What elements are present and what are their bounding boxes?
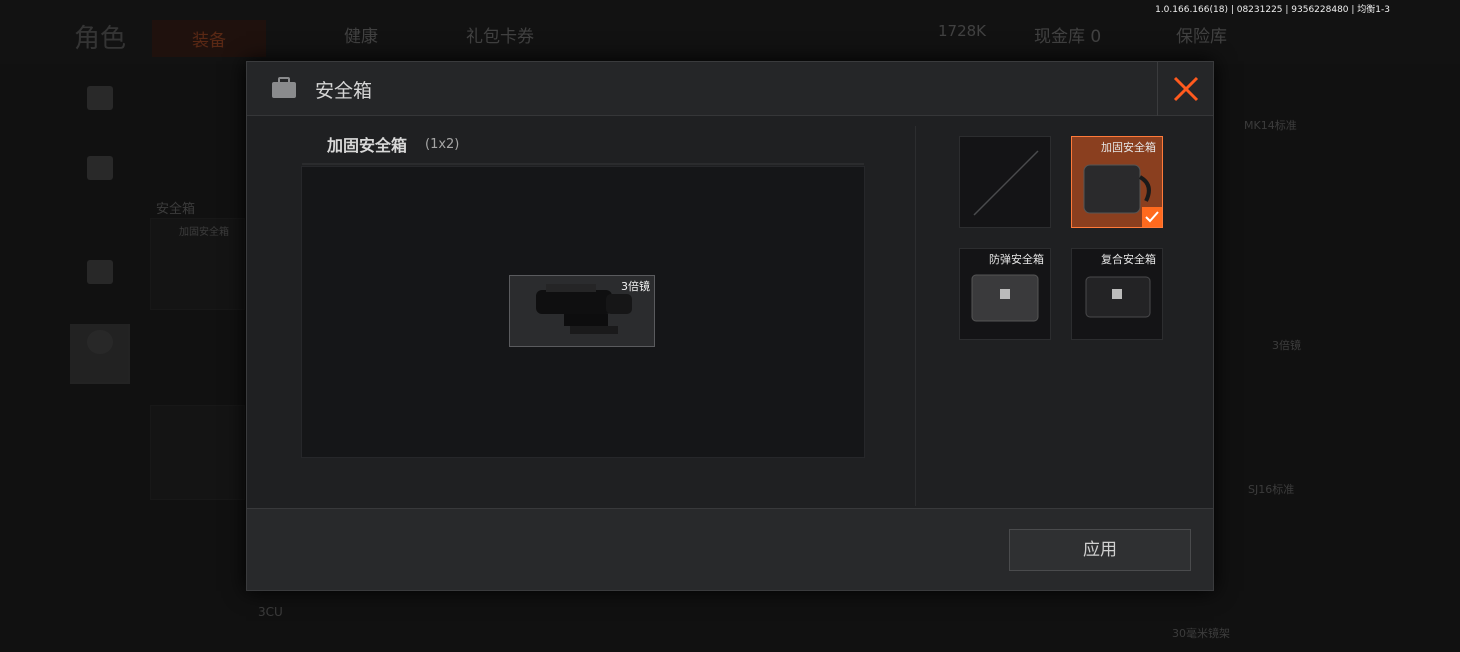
bottom-left-label: 3CU <box>258 605 283 619</box>
bolt-icon <box>87 330 113 354</box>
helmet-icon <box>87 260 113 284</box>
backpack-icon <box>87 86 113 110</box>
inventory-item-scope[interactable]: 3倍镜 <box>509 275 655 347</box>
briefcase-icon <box>272 77 296 98</box>
nav-item-3[interactable] <box>70 254 130 314</box>
item-label: 3倍镜 <box>621 280 650 293</box>
tab-character[interactable]: 角色 <box>74 18 126 55</box>
dialog-footer: 应用 <box>247 508 1213 590</box>
selected-check <box>1142 207 1162 227</box>
left-item-cell <box>150 405 245 500</box>
case-option-reinforced[interactable]: 加固安全箱 <box>1071 136 1163 228</box>
case-option-composite[interactable]: 复合安全箱 <box>1071 248 1163 340</box>
empty-slot-icon <box>973 150 1039 216</box>
nav-item-2[interactable] <box>70 150 130 210</box>
close-icon <box>1173 76 1199 102</box>
case-storage-grid: 3倍镜 <box>301 163 865 458</box>
case-option-empty[interactable] <box>959 136 1051 228</box>
safe-vault-label[interactable]: 保险库 <box>1176 22 1227 47</box>
version-status: 1.0.166.166(18) | 08231225 | 9356228480 … <box>1155 5 1390 15</box>
dialog-title: 安全箱 <box>315 80 373 102</box>
nav-item-1[interactable] <box>70 80 130 140</box>
safe-case-dialog: 安全箱 加固安全箱 (1x2) 3倍镜 加固安全箱 防弹安全箱 复合安全箱 应用 <box>246 61 1214 591</box>
download-icon <box>87 156 113 180</box>
checkmark-icon <box>1145 211 1159 223</box>
case-name: 复合安全箱 <box>1101 253 1156 266</box>
nav-item-4[interactable] <box>70 324 130 384</box>
apply-button[interactable]: 应用 <box>1009 529 1191 571</box>
preview-case-size: (1x2) <box>425 137 460 152</box>
preview-case-name: 加固安全箱 <box>327 136 408 155</box>
left-case-cell: 加固安全箱 <box>150 218 245 310</box>
right-column: MK14标准 3倍镜 SJ16标准 30毫米镜架 <box>1172 119 1301 640</box>
currency-amount: 1728K <box>938 22 987 40</box>
case-name: 防弹安全箱 <box>989 253 1044 266</box>
tab-gift-cards[interactable]: 礼包卡券 <box>466 22 534 47</box>
case-option-bulletproof[interactable]: 防弹安全箱 <box>959 248 1051 340</box>
tab-equipment[interactable]: 装备 <box>152 20 266 57</box>
cash-vault-label[interactable]: 现金库 0 <box>1034 22 1101 47</box>
left-section-label: 安全箱 <box>156 202 196 217</box>
close-button[interactable] <box>1157 62 1213 116</box>
left-nav <box>58 70 142 650</box>
panel-divider <box>915 126 916 506</box>
dialog-header: 安全箱 <box>247 62 1213 116</box>
tab-health[interactable]: 健康 <box>344 22 378 47</box>
case-name: 加固安全箱 <box>1101 141 1156 154</box>
